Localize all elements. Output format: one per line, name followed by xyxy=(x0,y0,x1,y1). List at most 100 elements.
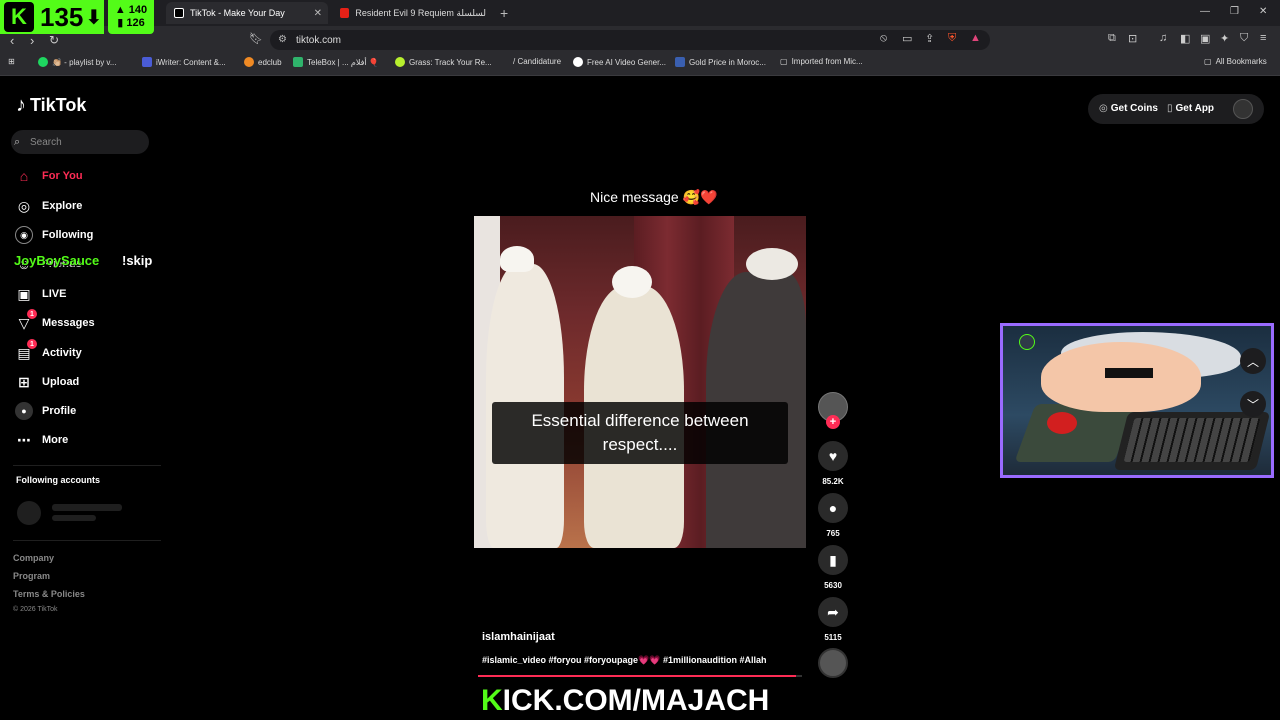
get-coins-button[interactable]: ◎ Get Coins xyxy=(1099,103,1158,114)
tiktok-favicon-icon xyxy=(174,8,184,18)
search-icon: ⌕ xyxy=(14,136,21,148)
folder-icon: ▢ xyxy=(780,57,788,66)
chevron-up-icon: ︿ xyxy=(1246,354,1259,369)
tab-tiktok[interactable]: TikTok - Make Your Day ✕ xyxy=(166,2,328,24)
skeleton-avatar xyxy=(17,501,41,525)
previous-video-button[interactable]: ︿ xyxy=(1240,348,1266,374)
next-video-button[interactable]: ﹀ xyxy=(1240,391,1266,417)
follow-plus-icon[interactable]: + xyxy=(826,415,840,429)
bookmark-iwriter[interactable]: iWriter: Content &... xyxy=(142,57,226,67)
bookmark-gold-price[interactable]: Gold Price in Moroc... xyxy=(675,57,766,67)
media-icon[interactable]: ♫ xyxy=(1159,32,1167,44)
share-icon[interactable]: ⇪ xyxy=(925,32,934,45)
bookmark-all[interactable]: ▢ All Bookmarks xyxy=(1204,57,1267,66)
save-button[interactable]: ▮ xyxy=(818,545,848,575)
nav-for-you[interactable]: ⌂ For You xyxy=(15,165,83,187)
footer-terms[interactable]: Terms & Policies xyxy=(13,589,85,599)
home-icon: ⌂ xyxy=(19,168,29,184)
apps-icon[interactable]: ⊞ xyxy=(8,57,15,66)
site-info-icon[interactable]: ⚙︎ xyxy=(278,34,287,45)
video-player[interactable] xyxy=(474,216,806,548)
leo-ai-icon[interactable]: ✦ xyxy=(1220,32,1229,45)
footer-company[interactable]: Company xyxy=(13,553,54,563)
heart-icon: ♥ xyxy=(828,448,838,464)
bookmark-grass[interactable]: Grass: Track Your Re... xyxy=(395,57,492,67)
bookmark-ai-video[interactable]: Free AI Video Gener... xyxy=(573,57,666,67)
forward-icon[interactable]: › xyxy=(30,33,34,48)
bookmark-candidature[interactable]: / Candidature xyxy=(513,57,561,66)
stream-badge: K 135 ⬇ xyxy=(0,0,104,34)
nav-explore[interactable]: ◎ Explore xyxy=(15,195,82,217)
cap-right xyxy=(746,248,798,280)
video-caption: Essential difference between respect.... xyxy=(492,402,788,464)
brave-rewards-icon[interactable]: ▲ xyxy=(970,32,981,44)
bookmark-edclub[interactable]: edclub xyxy=(244,57,282,67)
window-close-icon[interactable]: ✕ xyxy=(1259,6,1267,17)
wallet-icon[interactable]: ▣ xyxy=(1200,32,1210,45)
telebox-icon xyxy=(293,57,303,67)
upload-icon: ⊞ xyxy=(18,373,30,390)
nav-profile[interactable]: ● Profile xyxy=(15,400,76,422)
messages-badge: 1 xyxy=(27,309,37,319)
nav-activity[interactable]: ▤ 1 Activity xyxy=(15,339,82,364)
iwriter-icon xyxy=(142,57,152,67)
nav-upload[interactable]: ⊞ Upload xyxy=(15,371,79,393)
nav-following[interactable]: ◉ Following xyxy=(15,224,93,246)
tiktok-logo[interactable]: ♪ TikTok xyxy=(16,94,86,117)
mouse xyxy=(1047,412,1077,434)
badge-number: 135 xyxy=(40,1,84,32)
folder-icon: ▢ xyxy=(1204,57,1212,66)
no-tracking-icon[interactable]: ⦸ xyxy=(880,32,887,45)
get-app-button[interactable]: ▯ Get App xyxy=(1167,103,1214,114)
gold-price-icon xyxy=(675,57,685,67)
bookmark-playlist[interactable]: 👏🏼 - playlist by v... xyxy=(38,57,117,67)
share-button[interactable]: ➦ xyxy=(818,597,848,627)
like-button[interactable]: ♥ xyxy=(818,441,848,471)
nav-more[interactable]: ⋯ More xyxy=(15,429,68,451)
back-icon[interactable]: ‹ xyxy=(10,33,14,48)
grass-icon xyxy=(395,57,405,67)
extensions-icon[interactable]: ⧉ xyxy=(1108,32,1116,45)
phone-icon: ▯ xyxy=(1167,103,1173,114)
video-progress-bar[interactable] xyxy=(478,675,802,677)
compass-icon: ◎ xyxy=(17,197,31,214)
sound-disc[interactable] xyxy=(818,648,848,678)
reload-icon[interactable]: ↻ xyxy=(49,33,59,47)
video-description[interactable]: #islamic_video #foryou #foryoupage💗💗 #1m… xyxy=(482,655,766,666)
avatar-sunglasses xyxy=(1105,368,1153,378)
channel-logo-icon xyxy=(1019,334,1035,350)
viewers-top: ▲ 140 xyxy=(114,4,148,16)
vpn-icon[interactable]: ⛉ xyxy=(1240,32,1248,45)
like-count: 85.2K xyxy=(822,477,844,486)
sidebar-icon[interactable]: ◧ xyxy=(1180,32,1190,45)
following-accounts-title: Following accounts xyxy=(16,475,101,485)
share-arrow-icon: ➦ xyxy=(827,603,839,620)
badge-arrow-icon: ⬇ xyxy=(85,6,103,29)
skeleton-line xyxy=(52,515,96,521)
bookmark-page-icon[interactable]: 🔖︎ xyxy=(249,32,263,45)
bookmark-telebox[interactable]: TeleBox | ... أفلام 🎈 xyxy=(293,57,379,67)
minimize-icon[interactable]: — xyxy=(1200,6,1210,17)
nav-messages[interactable]: ▽ 1 Messages xyxy=(15,309,95,334)
keyboard-keys xyxy=(1123,418,1261,462)
brave-shield-icon[interactable]: ⛨ xyxy=(948,32,956,45)
screenshot-icon[interactable]: ⊡ xyxy=(1128,32,1137,45)
comment-button[interactable]: ● xyxy=(818,493,848,523)
user-avatar[interactable] xyxy=(1233,99,1253,119)
close-icon[interactable]: ✕ xyxy=(314,8,322,19)
live-icon: ▣ xyxy=(17,285,31,302)
cast-icon[interactable]: ▭ xyxy=(902,32,912,45)
restore-icon[interactable]: ❐ xyxy=(1230,6,1239,17)
activity-icon: ▤ 1 xyxy=(15,339,37,362)
menu-icon[interactable]: ≡ xyxy=(1260,32,1266,44)
nav-live[interactable]: ▣ LIVE xyxy=(15,283,66,305)
viewers-bottom: ▮ 126 xyxy=(117,17,145,29)
search-input[interactable]: Search xyxy=(11,130,149,154)
author-name[interactable]: islamhainijaat xyxy=(482,631,555,643)
share-count: 5115 xyxy=(824,633,842,642)
new-tab-icon[interactable]: + xyxy=(500,5,508,21)
bookmark-imported[interactable]: ▢ Imported from Mic... xyxy=(780,57,863,66)
footer-program[interactable]: Program xyxy=(13,571,50,581)
tab-youtube[interactable]: Resident Evil 9 Requiem قلب السلسلة xyxy=(332,2,494,24)
tiktok-note-icon: ♪ xyxy=(16,94,26,116)
